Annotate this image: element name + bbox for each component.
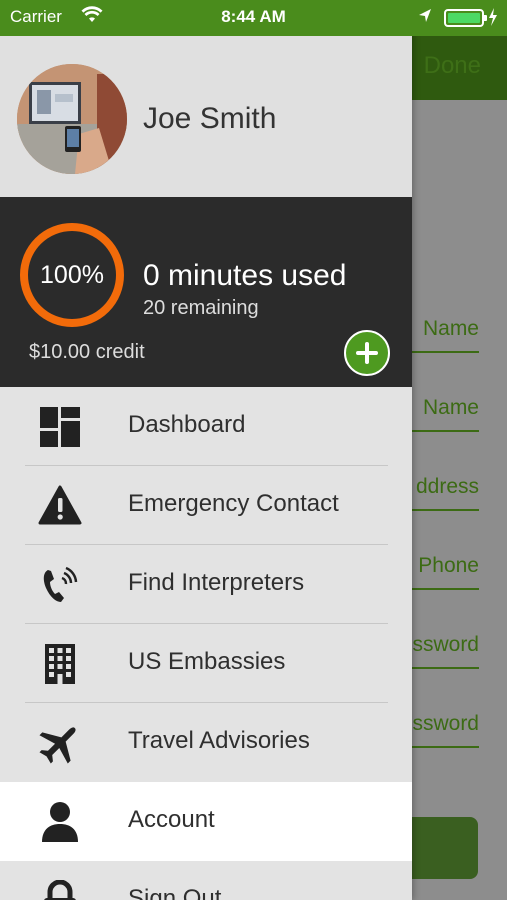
menu-item-label: Travel Advisories [128,727,310,754]
navigation-menu: Dashboard Emergency Contact Find Interpr… [0,387,412,900]
usage-summary: 100% 0 minutes used 20 remaining $10.00 … [0,197,412,387]
user-icon [38,801,82,843]
usage-percent: 100% [40,261,104,289]
menu-item-label: Sign Out [128,885,222,900]
menu-item-account[interactable]: Account [0,782,412,861]
credit-balance: $10.00 credit [29,341,145,363]
done-button[interactable]: Done [424,52,481,80]
location-arrow-icon [418,8,432,29]
add-credit-button[interactable] [344,330,390,376]
menu-item-sign-out[interactable]: Sign Out [0,861,412,900]
dashboard-icon [38,406,82,448]
lock-icon [38,879,82,900]
menu-item-travel-advisories[interactable]: Travel Advisories [0,703,412,782]
menu-item-us-embassies[interactable]: US Embassies [0,624,412,703]
battery-icon [444,9,487,27]
menu-item-dashboard[interactable]: Dashboard [0,387,412,466]
profile-header[interactable]: Joe Smith [0,36,412,197]
side-menu-drawer: Joe Smith 100% 0 minutes used 20 remaini… [0,0,412,900]
menu-item-label: Emergency Contact [128,490,339,517]
menu-item-label: Find Interpreters [128,569,305,596]
minutes-remaining-text: 20 remaining [143,297,259,319]
warning-icon [38,485,82,527]
user-name: Joe Smith [143,102,277,135]
menu-item-label: US Embassies [128,648,286,675]
menu-item-label: Account [128,806,215,833]
charging-bolt-icon [488,8,498,31]
menu-item-emergency-contact[interactable]: Emergency Contact [0,466,412,545]
airplane-icon [38,722,82,764]
phone-ringing-icon [38,564,82,606]
avatar[interactable] [17,64,127,174]
menu-item-find-interpreters[interactable]: Find Interpreters [0,545,412,624]
minutes-used-text: 0 minutes used [143,259,347,292]
building-icon [38,643,82,685]
menu-item-label: Dashboard [128,411,246,438]
status-bar: Carrier 8:44 AM [0,0,507,36]
